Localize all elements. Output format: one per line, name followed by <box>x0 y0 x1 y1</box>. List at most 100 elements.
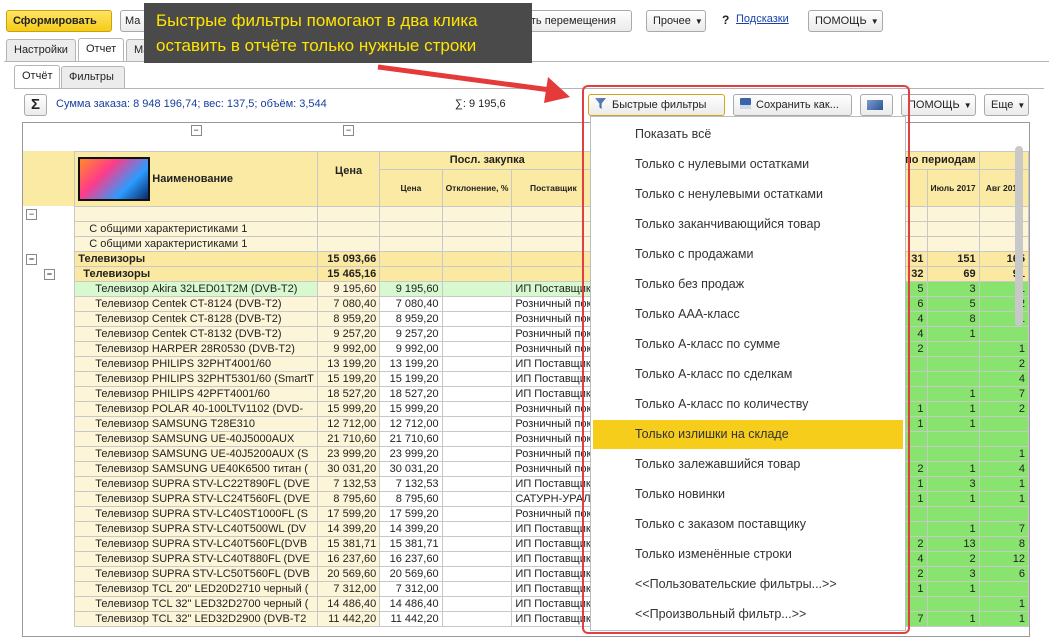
item-price: 7 312,00 <box>316 580 381 597</box>
report-help-label: ПОМОЩЬ <box>908 99 960 111</box>
item-name: Телевизор POLAR 40-100LTV1102 (DVD- <box>74 400 318 417</box>
last-purchase-price: 8 959,20 <box>379 310 443 327</box>
header-price: Цена <box>316 150 381 207</box>
item-price: 8 795,60 <box>316 490 381 507</box>
month-1-value: 3 <box>926 475 980 492</box>
group-price: 15 465,16 <box>316 265 381 282</box>
help-menu-button[interactable]: ПОМОЩЬ ▼ <box>808 10 883 32</box>
last-purchase-price: 23 999,20 <box>379 445 443 462</box>
last-purchase-price: 12 712,00 <box>379 415 443 432</box>
item-price: 20 569,60 <box>316 565 381 582</box>
collapse-icon[interactable]: − <box>26 208 37 220</box>
last-purchase-price: 11 442,20 <box>379 610 443 627</box>
last-purchase-price: 14 399,20 <box>379 520 443 537</box>
item-name: Телевизор TCL 20" LED20D2710 черный ( <box>74 580 318 597</box>
collapse-icon[interactable]: − <box>26 253 37 265</box>
month-1-value: 2 <box>926 550 980 567</box>
header-month-1: Июль 2017 <box>926 168 980 207</box>
month-1-value <box>926 355 980 372</box>
last-purchase-price: 15 199,20 <box>379 370 443 387</box>
item-name: Телевизор SUPRA STV-LC50T560FL (DVB <box>74 565 318 582</box>
month-1-value: 3 <box>926 565 980 582</box>
item-name: Телевизор Centek CT-8132 (DVB-T2) <box>74 325 318 342</box>
last-purchase-price: 9 195,60 <box>379 280 443 297</box>
item-name: Телевизор Centek CT-8124 (DVB-T2) <box>74 295 318 312</box>
group-month-1: 151 <box>926 250 980 267</box>
list-item: С общими характеристиками 1 <box>74 220 318 237</box>
more-button[interactable]: Еще ▼ <box>984 94 1029 116</box>
month-1-value <box>926 505 980 522</box>
scrollbar-thumb[interactable] <box>1015 146 1023 326</box>
item-price: 21 710,60 <box>316 430 381 447</box>
last-purchase-price: 9 257,20 <box>379 325 443 342</box>
month-1-value: 1 <box>926 610 980 627</box>
grid-scrollbar[interactable] <box>1014 146 1024 626</box>
item-name: Телевизор SAMSUNG T28E310 <box>74 415 318 432</box>
form-report-button[interactable]: Сформировать <box>6 10 112 32</box>
item-price: 30 031,20 <box>316 460 381 477</box>
item-name: Телевизор SAMSUNG UE-40J5200AUX (S <box>74 445 318 462</box>
header-name: Наименование <box>152 172 233 185</box>
report-help-button[interactable]: ПОМОЩЬ ▼ <box>901 94 976 116</box>
item-price: 14 399,20 <box>316 520 381 537</box>
item-price: 9 992,00 <box>316 340 381 357</box>
last-purchase-price: 20 569,60 <box>379 565 443 582</box>
move-button[interactable]: ать перемещения <box>520 10 632 32</box>
more-label: Еще <box>991 99 1014 111</box>
last-purchase-price: 21 710,60 <box>379 430 443 447</box>
item-name: Телевизор SAMSUNG UE-40J5000AUX <box>74 430 318 447</box>
month-1-value: 1 <box>926 400 980 417</box>
tip-callout: Быстрые фильтры помогают в два клика ост… <box>144 3 532 63</box>
item-price: 14 486,40 <box>316 595 381 612</box>
chevron-down-icon: ▼ <box>694 17 703 26</box>
item-name: Телевизор HARPER 28R0530 (DVB-T2) <box>74 340 318 357</box>
item-price: 8 959,20 <box>316 310 381 327</box>
group-month-1: 69 <box>926 265 980 282</box>
sigma-button[interactable]: Σ <box>24 94 47 116</box>
collapse-icon[interactable]: − <box>190 125 202 136</box>
month-1-value: 1 <box>926 325 980 342</box>
item-name: Телевизор SUPRA STV-LC40T500WL (DV <box>74 520 318 537</box>
last-purchase-price: 9 992,00 <box>379 340 443 357</box>
last-purchase-price: 16 237,60 <box>379 550 443 567</box>
chevron-down-icon: ▼ <box>963 101 972 110</box>
month-1-value <box>926 595 980 612</box>
tv-image <box>78 156 151 201</box>
item-price: 9 195,60 <box>316 280 381 297</box>
item-price: 15 199,20 <box>316 370 381 387</box>
hints-link[interactable]: Подсказки <box>736 13 789 25</box>
collapse-icon[interactable]: − <box>343 125 355 136</box>
collapse-icon[interactable]: − <box>43 268 55 280</box>
header-lp-price: Цена <box>379 168 443 207</box>
other-menu-button[interactable]: Прочее ▼ <box>646 10 706 32</box>
tab-report[interactable]: Отчет <box>78 38 124 61</box>
last-purchase-price: 14 486,40 <box>379 595 443 612</box>
item-name: Телевизор Akira 32LED01T2M (DVB-T2) <box>74 280 318 297</box>
subtab-report[interactable]: Отчёт <box>14 65 60 88</box>
month-1-value: 3 <box>926 280 980 297</box>
other-label: Прочее <box>653 15 691 27</box>
last-purchase-price: 18 527,20 <box>379 385 443 402</box>
month-1-value: 5 <box>926 295 980 312</box>
item-price: 13 199,20 <box>316 355 381 372</box>
month-1-value: 8 <box>926 310 980 327</box>
month-1-value <box>926 340 980 357</box>
callout-arrow <box>377 64 570 103</box>
item-price: 11 442,20 <box>316 610 381 627</box>
tab-settings[interactable]: Настройки <box>6 39 76 61</box>
month-1-value: 1 <box>926 385 980 402</box>
last-purchase-price: 7 080,40 <box>379 295 443 312</box>
item-price: 18 527,20 <box>316 385 381 402</box>
month-1-value: 1 <box>926 580 980 597</box>
subtab-filters[interactable]: Фильтры <box>61 66 125 88</box>
item-name: Телевизор SAMSUNG UE40K6500 титан ( <box>74 460 318 477</box>
item-price: 17 599,20 <box>316 505 381 522</box>
item-price: 7 080,40 <box>316 295 381 312</box>
item-price: 9 257,20 <box>316 325 381 342</box>
help-label: ПОМОЩЬ <box>815 15 867 27</box>
chevron-down-icon: ▼ <box>1017 101 1026 110</box>
month-1-value <box>926 445 980 462</box>
item-price: 15 999,20 <box>316 400 381 417</box>
month-1-value: 1 <box>926 520 980 537</box>
group-price: 15 093,66 <box>316 250 381 267</box>
